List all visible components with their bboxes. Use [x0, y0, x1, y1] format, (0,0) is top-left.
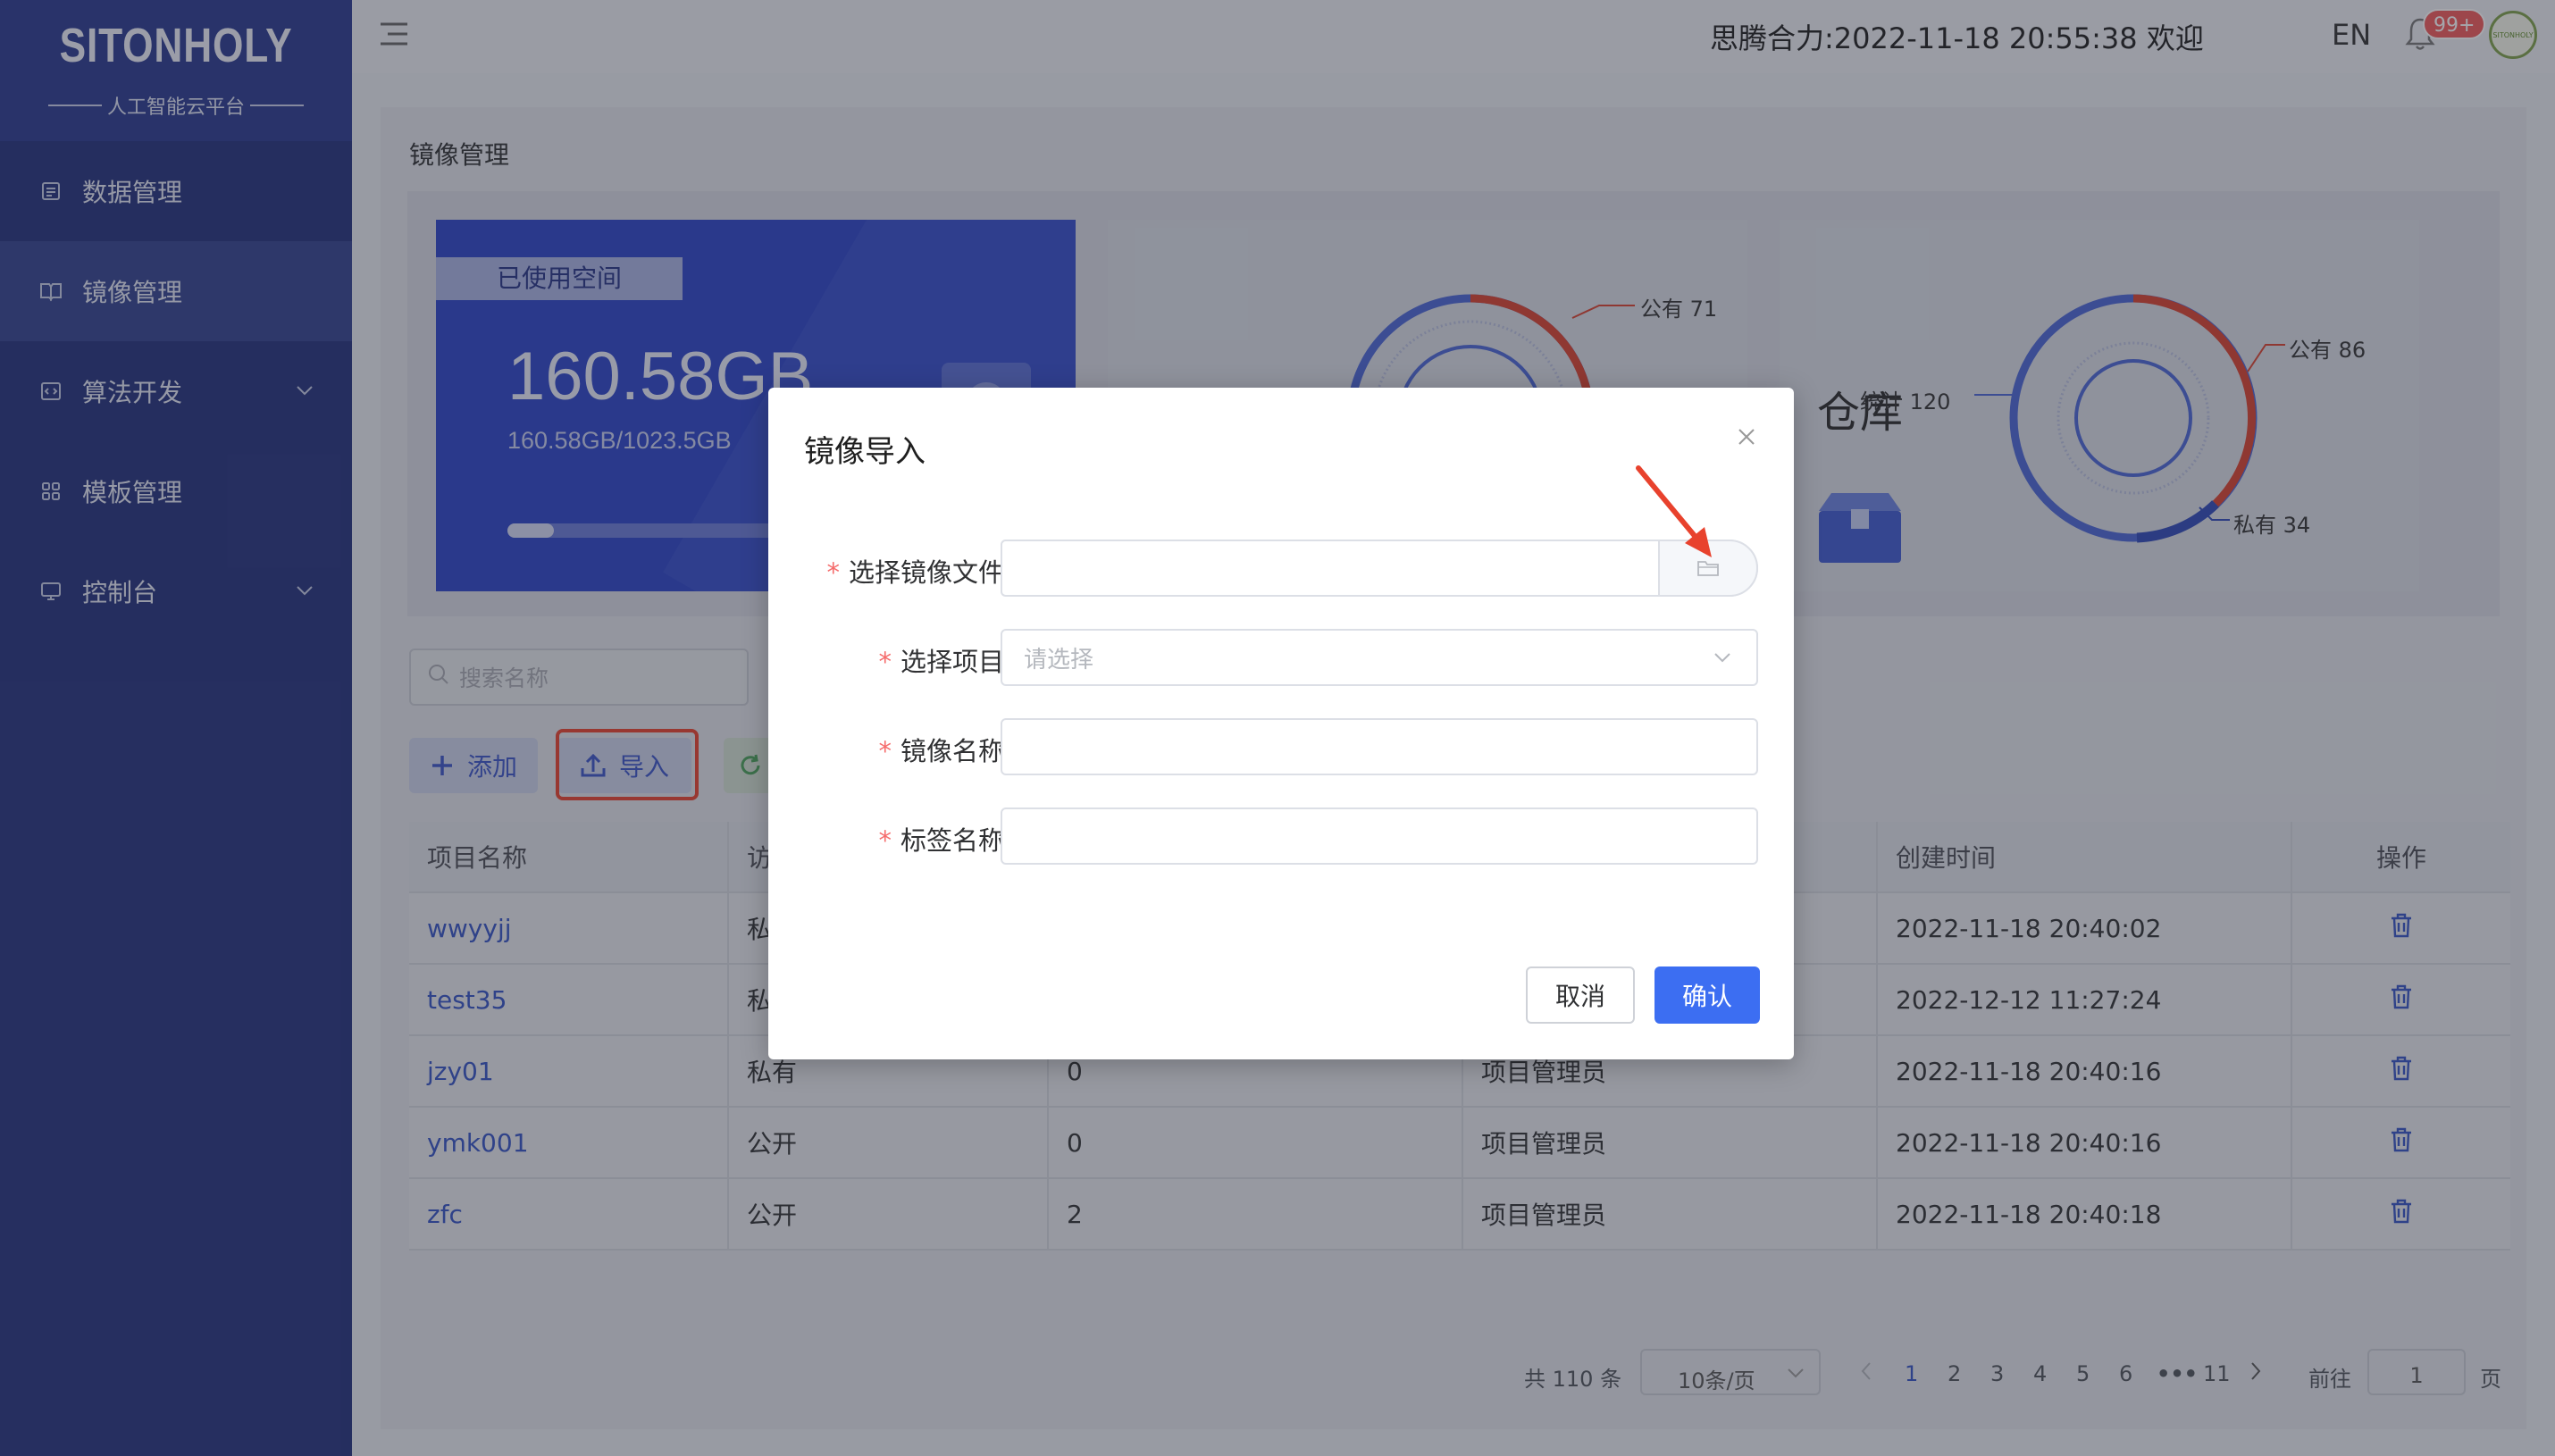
field-label: 选择镜像文件: [848, 557, 1004, 588]
chevron-down-icon: [1712, 647, 1733, 674]
confirm-button[interactable]: 确认: [1654, 966, 1760, 1024]
field-label: 选择项目: [900, 647, 1004, 677]
close-icon[interactable]: [1737, 427, 1756, 450]
image-name-input[interactable]: [1001, 718, 1758, 775]
cancel-button[interactable]: 取消: [1526, 966, 1635, 1024]
tag-name-input[interactable]: [1001, 807, 1758, 865]
arrow-annotation-icon: [1622, 461, 1730, 572]
form-row-tag-name: * 标签名称: [768, 807, 1794, 865]
field-label: 镜像名称: [900, 736, 1004, 766]
field-label: 标签名称: [900, 825, 1004, 856]
form-row-project: * 选择项目 请选择: [768, 629, 1794, 686]
form-row-image-name: * 镜像名称: [768, 718, 1794, 775]
project-select-placeholder: 请选择: [1024, 646, 1094, 674]
dialog-title: 镜像导入: [804, 434, 926, 470]
project-select[interactable]: 请选择: [1001, 629, 1758, 686]
